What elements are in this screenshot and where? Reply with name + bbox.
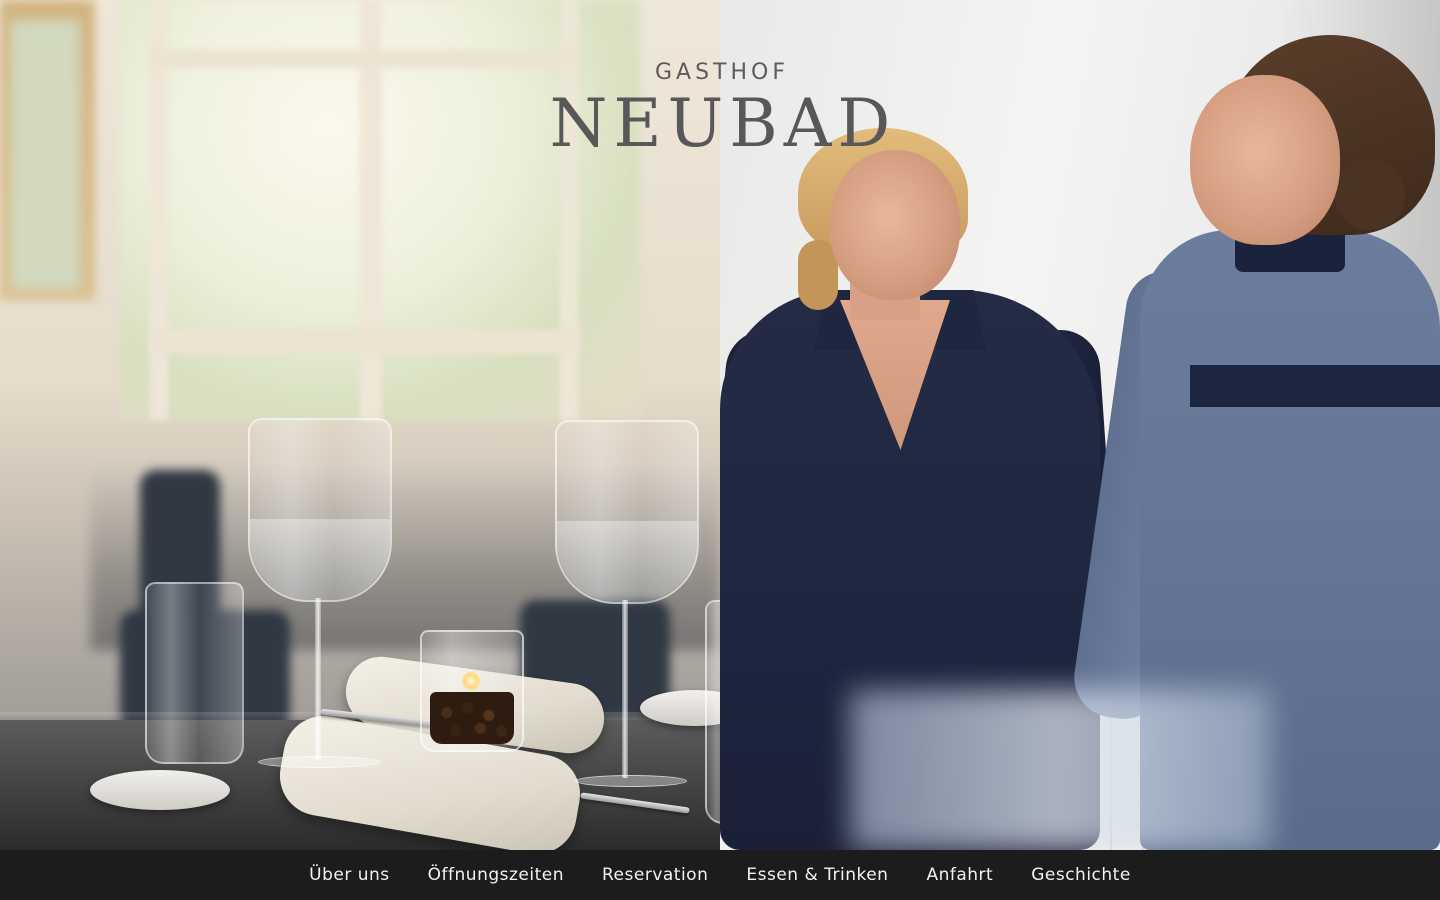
smiling-face (830, 150, 960, 300)
foreground-glasses-blur (850, 690, 1270, 850)
main-navigation: Über uns Öffnungszeiten Reservation Esse… (0, 850, 1440, 900)
nav-item-reservation[interactable]: Reservation (583, 853, 727, 897)
water-tumbler (145, 582, 244, 764)
logo-subtitle: GASTHOF (654, 60, 789, 85)
nav-item-anfahrt[interactable]: Anfahrt (907, 853, 1012, 897)
brand-logo[interactable]: GASTHOF NEUBAD (0, 58, 1440, 160)
wine-glass (555, 420, 699, 604)
coffee-beans (430, 692, 514, 744)
wine-glass (248, 418, 392, 602)
candle-holder (420, 630, 524, 752)
nav-item-geschichte[interactable]: Geschichte (1012, 853, 1150, 897)
nav-item-oeffnungszeiten[interactable]: Öffnungszeiten (409, 853, 583, 897)
side-plate (90, 770, 230, 810)
nav-item-essen-trinken[interactable]: Essen & Trinken (727, 853, 907, 897)
hair-bun (1335, 160, 1405, 230)
logo-title: NEUBAD (549, 85, 897, 162)
candle-flame (462, 672, 480, 690)
nav-item-ueber-uns[interactable]: Über uns (290, 853, 409, 897)
page: GASTHOF NEUBAD Über uns Öffnungszeiten R… (0, 0, 1440, 900)
